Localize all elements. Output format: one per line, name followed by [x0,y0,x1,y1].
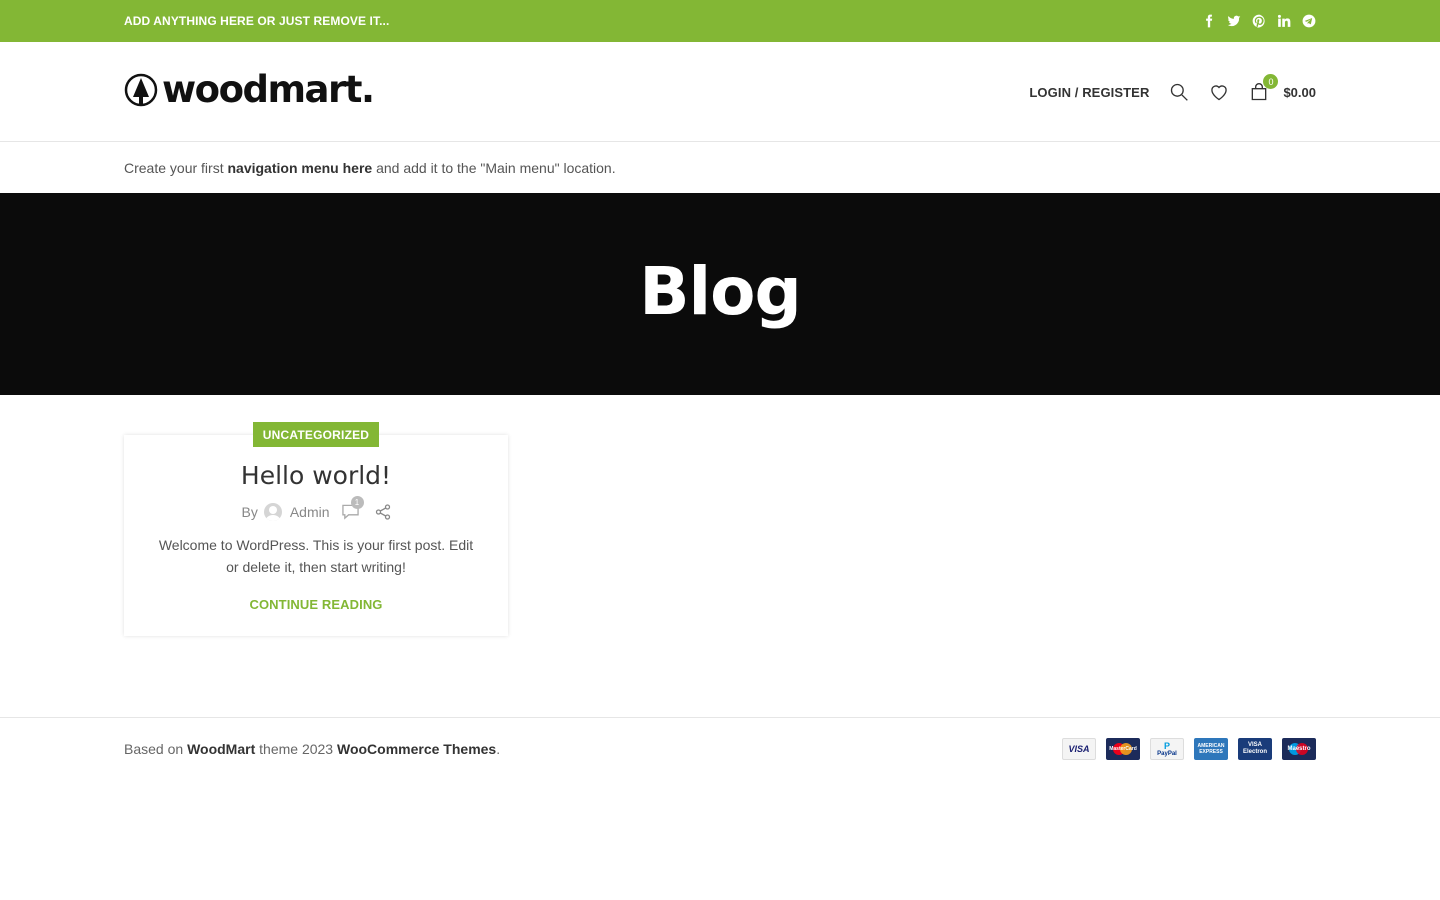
site-header: woodmart. LOGIN / REGISTER 0 $0.00 [0,42,1440,142]
maestro-icon: Maestro [1282,738,1316,760]
cart-count-badge: 0 [1263,74,1279,89]
cart-total[interactable]: $0.00 [1283,85,1316,100]
share-icon[interactable] [375,504,391,520]
topbar-message: ADD ANYTHING HERE OR JUST REMOVE IT... [124,14,390,28]
post-excerpt: Welcome to WordPress. This is your first… [158,537,474,575]
visa-electron-icon: VISA Electron [1238,738,1272,760]
comments-icon[interactable]: 1 [341,496,364,520]
copyright-prefix: Based on [124,741,184,757]
tree-logo-icon [124,73,158,107]
author-link[interactable]: Admin [290,504,330,520]
search-icon[interactable] [1169,82,1189,102]
nav-menu-link[interactable]: navigation menu here [227,160,372,176]
logo-wordmark: woodmart. [162,68,375,111]
top-bar: ADD ANYTHING HERE OR JUST REMOVE IT... [0,0,1440,42]
main-navigation: Create your first navigation menu here a… [0,143,1440,193]
woocommerce-themes-link[interactable]: WooCommerce Themes [337,741,496,757]
blog-post-card: Hello world! By Admin 1 Welcome to WordP… [124,435,508,636]
continue-reading-link[interactable]: CONTINUE READING [124,597,508,612]
cart-widget[interactable]: 0 $0.00 [1249,74,1316,102]
copyright-text: Based on WoodMart theme 2023 WooCommerce… [124,741,500,757]
header-tools: LOGIN / REGISTER 0 $0.00 [1029,74,1316,106]
telegram-icon[interactable] [1301,12,1316,29]
nav-notice: Create your first navigation menu here a… [124,160,616,176]
copyright-middle: theme 2023 [259,741,334,757]
payment-methods: VISA MasterCard P PayPal AMERICAN EXPRES… [1062,738,1316,760]
facebook-icon[interactable] [1201,12,1216,29]
paypal-icon: P PayPal [1150,738,1184,760]
post-meta: By Admin 1 [124,496,508,521]
mastercard-icon: MasterCard [1106,738,1140,760]
nav-notice-prefix: Create your first [124,160,224,176]
login-register-link[interactable]: LOGIN / REGISTER [1029,85,1149,100]
site-logo[interactable]: woodmart. [124,68,375,111]
category-badge[interactable]: UNCATEGORIZED [253,422,379,447]
site-footer: Based on WoodMart theme 2023 WooCommerce… [0,717,1440,900]
wishlist-heart-icon[interactable] [1209,82,1229,102]
american-express-icon: AMERICAN EXPRESS [1194,738,1228,760]
woodmart-link[interactable]: WoodMart [187,741,255,757]
social-links [1201,12,1316,29]
author-avatar [263,503,282,521]
page-title: Blog [639,253,802,330]
pinterest-icon[interactable] [1251,12,1266,29]
comment-count-badge: 1 [350,496,364,509]
post-title[interactable]: Hello world! [124,461,508,490]
visa-icon: VISA [1062,738,1096,760]
linkedin-icon[interactable] [1276,12,1291,29]
twitter-icon[interactable] [1226,12,1241,29]
page-title-banner: Blog [0,193,1440,395]
copyright-end: . [496,741,501,757]
nav-notice-suffix: and add it to the "Main menu" location. [376,160,616,176]
meta-by-label: By [241,504,258,520]
